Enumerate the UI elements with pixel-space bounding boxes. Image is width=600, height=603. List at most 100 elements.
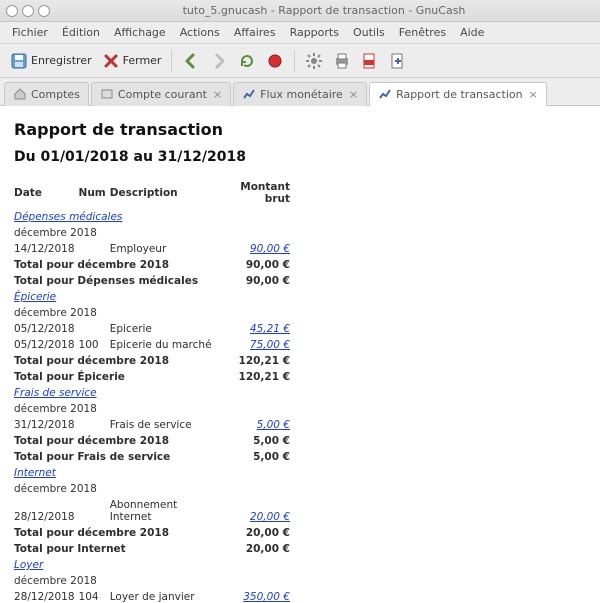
report-period: Du 01/01/2018 au 31/12/2018 bbox=[14, 149, 586, 165]
account-icon bbox=[100, 87, 114, 101]
tab-close-icon[interactable]: × bbox=[349, 88, 358, 101]
table-row: 05/12/2018Epicerie45,21 € bbox=[14, 321, 294, 337]
window-titlebar: tuto_5.gnucash - Rapport de transaction … bbox=[0, 0, 600, 22]
amount-link[interactable]: 90,00 € bbox=[250, 243, 290, 255]
table-row: 05/12/2018100Epicerie du marché75,00 € bbox=[14, 337, 294, 353]
menu-help[interactable]: Aide bbox=[454, 24, 490, 41]
table-row: 28/12/2018 Abonnement Internet 20,00 € bbox=[14, 497, 294, 525]
month-label: décembre 2018 bbox=[14, 305, 294, 321]
cell-date: 28/12/2018 bbox=[14, 497, 79, 525]
table-row: 14/12/2018Employeur90,00 € bbox=[14, 241, 294, 257]
month-label: décembre 2018 bbox=[14, 401, 294, 417]
month-label: décembre 2018 bbox=[14, 573, 294, 589]
tab-current-account[interactable]: Compte courant × bbox=[91, 82, 231, 106]
chart-icon bbox=[242, 87, 256, 101]
menu-tools[interactable]: Outils bbox=[347, 24, 391, 41]
total-category-label: Total pour Frais de service bbox=[14, 449, 220, 465]
total-month-label: Total pour décembre 2018 bbox=[14, 525, 220, 541]
total-month-value: 5,00 € bbox=[220, 433, 294, 449]
cell-desc: Loyer de janvier bbox=[110, 589, 220, 603]
category-link[interactable]: Loyer bbox=[14, 559, 43, 571]
tab-close-icon[interactable]: × bbox=[213, 88, 222, 101]
cell-num bbox=[79, 497, 110, 525]
forward-icon bbox=[210, 52, 228, 70]
total-month-value: 90,00 € bbox=[220, 257, 294, 273]
menu-actions[interactable]: Actions bbox=[174, 24, 226, 41]
gear-icon bbox=[305, 52, 323, 70]
table-row: 28/12/2018104Loyer de janvier 350,00 € bbox=[14, 589, 294, 603]
save-icon bbox=[10, 52, 28, 70]
amount-link[interactable]: 75,00 € bbox=[250, 339, 290, 351]
cell-date: 28/12/2018 bbox=[14, 589, 79, 603]
tab-close-icon[interactable]: × bbox=[529, 88, 538, 101]
save-button[interactable]: Enregistrer bbox=[6, 50, 96, 72]
toolbar-separator bbox=[171, 50, 172, 72]
menu-view[interactable]: Affichage bbox=[108, 24, 172, 41]
menubar: Fichier Édition Affichage Actions Affair… bbox=[0, 22, 600, 44]
tab-label: Compte courant bbox=[118, 88, 207, 101]
total-month-value: 20,00 € bbox=[220, 525, 294, 541]
stop-icon bbox=[266, 52, 284, 70]
table-header-row: Date Num Description Montant brut bbox=[14, 179, 294, 209]
tab-transaction-report[interactable]: Rapport de transaction × bbox=[369, 82, 547, 106]
amount-link[interactable]: 350,00 € bbox=[243, 591, 290, 603]
category-link[interactable]: Internet bbox=[14, 467, 56, 479]
export-pdf-button[interactable] bbox=[357, 50, 383, 72]
window-maximize-button[interactable] bbox=[38, 5, 50, 17]
cell-date: 31/12/2018 bbox=[14, 417, 79, 433]
window-close-button[interactable] bbox=[6, 5, 18, 17]
print-button[interactable] bbox=[329, 50, 355, 72]
window-minimize-button[interactable] bbox=[22, 5, 34, 17]
toolbar-separator bbox=[294, 50, 295, 72]
col-amount: Montant brut bbox=[220, 179, 294, 209]
menu-file[interactable]: Fichier bbox=[6, 24, 54, 41]
report-title: Rapport de transaction bbox=[14, 120, 586, 139]
export-icon bbox=[389, 52, 407, 70]
cell-desc: Abonnement Internet bbox=[110, 497, 220, 525]
cell-desc: Frais de service bbox=[110, 417, 220, 433]
total-category-label: Total pour Internet bbox=[14, 541, 220, 557]
col-date: Date bbox=[14, 179, 79, 209]
cell-desc: Epicerie du marché bbox=[110, 337, 220, 353]
total-category-label: Total pour Épicerie bbox=[14, 369, 220, 385]
close-button[interactable]: Fermer bbox=[98, 50, 166, 72]
stop-button[interactable] bbox=[262, 50, 288, 72]
chart-icon bbox=[378, 87, 392, 101]
reload-button[interactable] bbox=[234, 50, 260, 72]
home-icon bbox=[13, 87, 27, 101]
export-button[interactable] bbox=[385, 50, 411, 72]
total-category-label: Total pour Dépenses médicales bbox=[14, 273, 220, 289]
menu-windows[interactable]: Fenêtres bbox=[393, 24, 452, 41]
menu-edit[interactable]: Édition bbox=[56, 24, 106, 41]
cell-num bbox=[79, 417, 110, 433]
close-label: Fermer bbox=[123, 54, 162, 67]
category-link[interactable]: Dépenses médicales bbox=[14, 211, 122, 223]
total-category-value: 90,00 € bbox=[220, 273, 294, 289]
total-category-value: 120,21 € bbox=[220, 369, 294, 385]
back-icon bbox=[182, 52, 200, 70]
menu-business[interactable]: Affaires bbox=[228, 24, 282, 41]
cell-num: 104 bbox=[79, 589, 110, 603]
tab-accounts[interactable]: Comptes bbox=[4, 82, 89, 106]
options-button[interactable] bbox=[301, 50, 327, 72]
amount-link[interactable]: 5,00 € bbox=[257, 419, 290, 431]
category-link[interactable]: Frais de service bbox=[14, 387, 97, 399]
report-page[interactable]: Rapport de transaction Du 01/01/2018 au … bbox=[0, 106, 600, 603]
month-label: décembre 2018 bbox=[14, 225, 294, 241]
category-link[interactable]: Épicerie bbox=[14, 291, 56, 303]
tab-label: Rapport de transaction bbox=[396, 88, 523, 101]
forward-button[interactable] bbox=[206, 50, 232, 72]
tab-cashflow[interactable]: Flux monétaire × bbox=[233, 82, 367, 106]
amount-link[interactable]: 20,00 € bbox=[250, 511, 290, 523]
amount-link[interactable]: 45,21 € bbox=[250, 323, 290, 335]
total-month-label: Total pour décembre 2018 bbox=[14, 433, 220, 449]
col-desc: Description bbox=[110, 179, 220, 209]
total-month-label: Total pour décembre 2018 bbox=[14, 353, 220, 369]
save-label: Enregistrer bbox=[31, 54, 92, 67]
col-num: Num bbox=[79, 179, 110, 209]
cell-date: 05/12/2018 bbox=[14, 337, 79, 353]
menu-reports[interactable]: Rapports bbox=[284, 24, 345, 41]
tabbar: Comptes Compte courant × Flux monétaire … bbox=[0, 78, 600, 106]
back-button[interactable] bbox=[178, 50, 204, 72]
print-icon bbox=[333, 52, 351, 70]
